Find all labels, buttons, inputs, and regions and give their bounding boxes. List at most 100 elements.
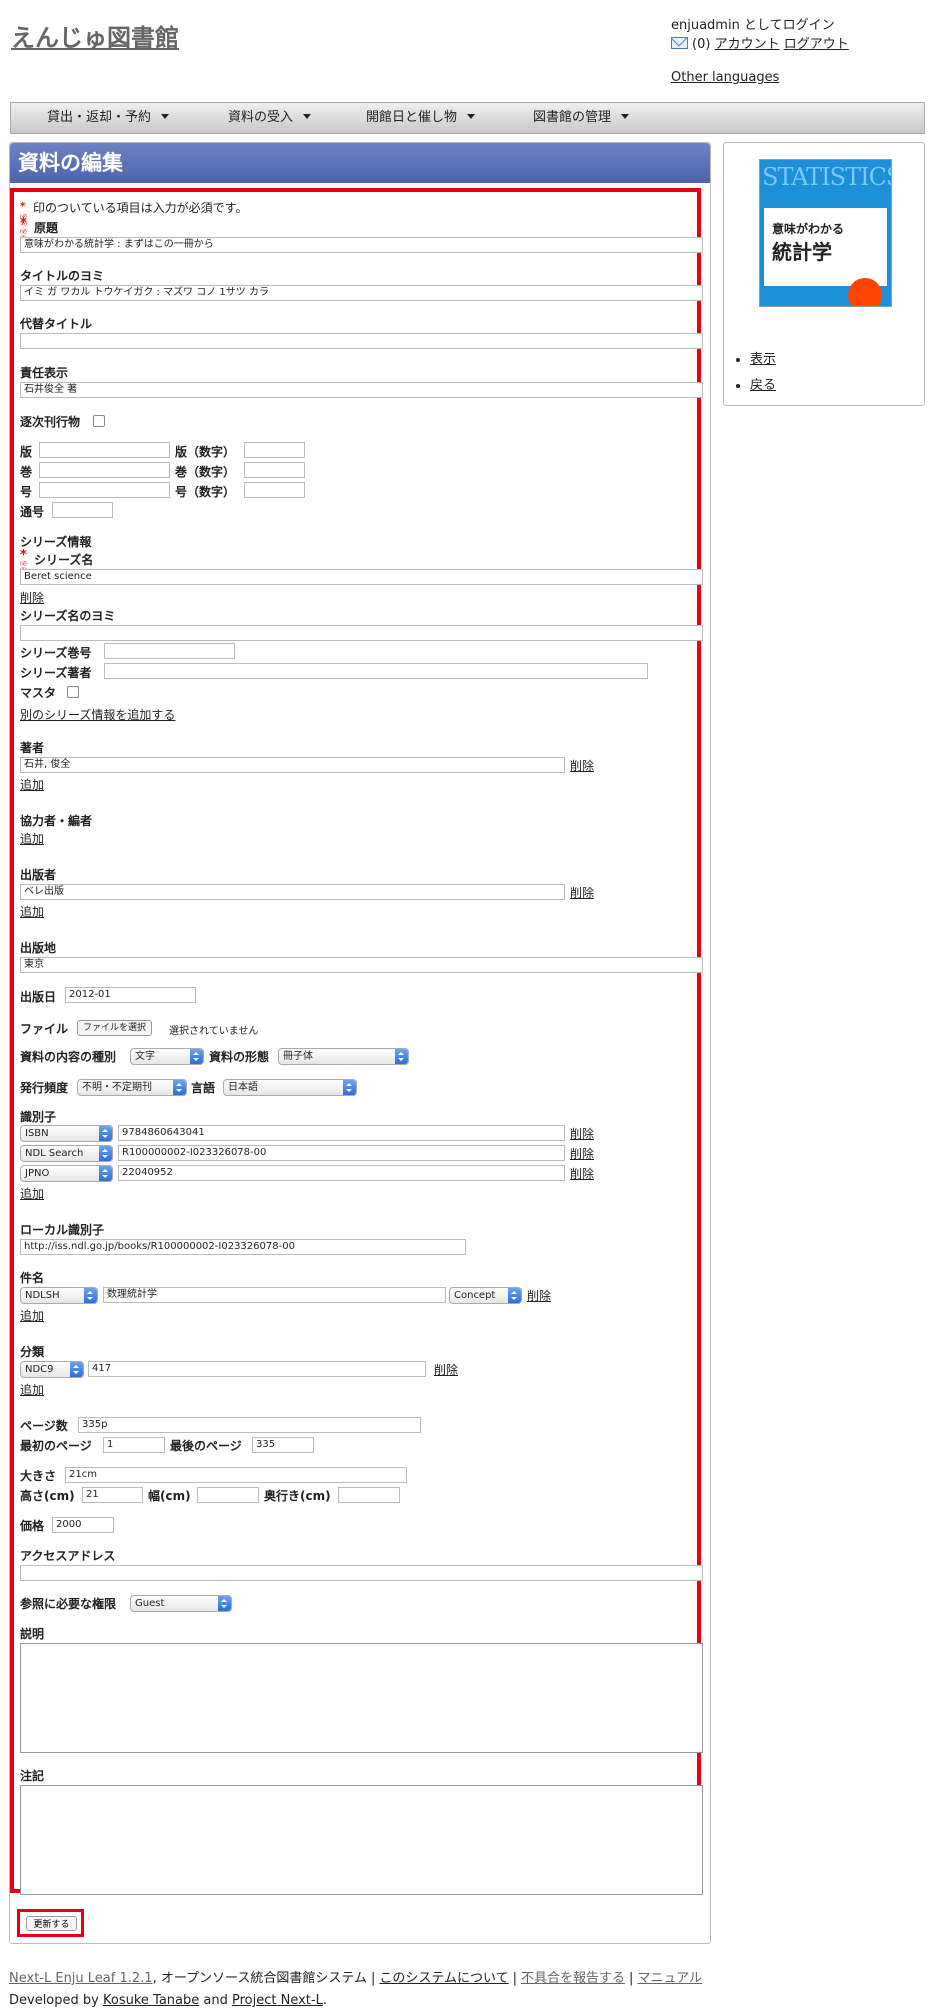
project-link[interactable]: Project Next-L xyxy=(232,1993,323,2008)
identifier-type-select[interactable]: ISBN xyxy=(20,1125,113,1142)
serial-number-input[interactable] xyxy=(52,502,113,518)
report-bug-link[interactable]: 不具合を報告する xyxy=(521,1971,625,1986)
classification-delete-link[interactable]: 削除 xyxy=(434,1361,458,1378)
menu-circulation[interactable]: 貸出・返却・予約 xyxy=(47,103,170,133)
pages-input[interactable]: 335p xyxy=(78,1417,421,1433)
permission-select[interactable]: Guest xyxy=(130,1595,232,1612)
end-page-input[interactable]: 335 xyxy=(252,1437,314,1453)
content-type-select[interactable]: 文字 xyxy=(130,1048,204,1065)
main-menu: 貸出・返却・予約 資料の受入 開館日と催し物 図書館の管理 xyxy=(10,102,925,134)
identifier-input[interactable]: 22040952 xyxy=(118,1165,565,1181)
site-title[interactable]: えんじゅ図書館 xyxy=(11,18,179,53)
identifier-type-select[interactable]: JPNO xyxy=(20,1165,113,1182)
subject-delete-link[interactable]: 削除 xyxy=(527,1287,551,1304)
identifier-input[interactable]: R100000002-I023326078-00 xyxy=(118,1145,565,1161)
select-arrow-icon xyxy=(190,1049,203,1064)
pub-date-input[interactable]: 2012-01 xyxy=(65,987,196,1003)
subject-heading-select[interactable]: NDLSH xyxy=(20,1287,98,1304)
series-name-label: シリーズ名 xyxy=(34,553,94,567)
series-reading-input[interactable] xyxy=(20,625,703,641)
series-delete-link[interactable]: 削除 xyxy=(20,589,44,606)
issue-input[interactable] xyxy=(39,482,170,498)
series-volume-input[interactable] xyxy=(104,643,235,659)
required-mark: *(必須) xyxy=(20,548,27,574)
kosuke-link[interactable]: Kosuke Tanabe xyxy=(103,1993,199,2008)
subject-add-link[interactable]: 追加 xyxy=(20,1307,44,1324)
enju-leaf-link[interactable]: Next-L Enju Leaf 1.2.1 xyxy=(9,1971,153,1986)
frequency-select[interactable]: 不明・不定期刊 xyxy=(77,1079,187,1096)
contributor-add-link[interactable]: 追加 xyxy=(20,830,44,847)
identifier-delete-link[interactable]: 削除 xyxy=(570,1145,594,1162)
language-select[interactable]: 日本語 xyxy=(223,1079,357,1096)
issue-num-input[interactable] xyxy=(244,482,305,498)
identifier-delete-link[interactable]: 削除 xyxy=(570,1125,594,1142)
series-creator-input[interactable] xyxy=(104,663,648,679)
file-select-button[interactable]: ファイルを選択 xyxy=(77,1020,153,1036)
language-label: 言語 xyxy=(191,1081,216,1095)
classification-input[interactable]: 417 xyxy=(88,1361,426,1377)
publisher-delete-link[interactable]: 削除 xyxy=(570,884,594,901)
show-link[interactable]: 表示 xyxy=(750,352,776,367)
menu-events[interactable]: 開館日と催し物 xyxy=(366,103,476,133)
local-identifier-input[interactable]: http://iss.ndl.go.jp/books/R100000002-I0… xyxy=(20,1239,466,1255)
master-checkbox[interactable] xyxy=(67,686,79,698)
edition-input[interactable] xyxy=(39,442,170,458)
add-series-link[interactable]: 別のシリーズ情報を追加する xyxy=(20,706,175,723)
mail-icon[interactable] xyxy=(671,37,688,49)
issue-num-label: 号（数字） xyxy=(175,485,236,499)
title-alternative-input[interactable] xyxy=(20,333,703,349)
place-input[interactable]: 東京 xyxy=(20,957,703,973)
price-input[interactable]: 2000 xyxy=(52,1517,114,1533)
about-link[interactable]: このシステムについて xyxy=(379,1971,508,1986)
identifier-type-select[interactable]: NDL Search xyxy=(20,1145,113,1162)
height-input[interactable]: 21 xyxy=(82,1487,143,1503)
title-transcription-input[interactable]: イミ ガ ワカル トウケイガク : マズワ コノ 1サツ カラ xyxy=(20,285,703,301)
creator-add-link[interactable]: 追加 xyxy=(20,776,44,793)
volume-input[interactable] xyxy=(39,462,170,478)
size-input[interactable]: 21cm xyxy=(65,1467,407,1483)
subject-input[interactable]: 数理統計学 xyxy=(103,1287,446,1303)
identifier-input[interactable]: 9784860643041 xyxy=(118,1125,565,1141)
creator-delete-link[interactable]: 削除 xyxy=(570,757,594,774)
edition-num-input[interactable] xyxy=(244,442,305,458)
start-page-input[interactable]: 1 xyxy=(103,1437,165,1453)
width-label: 幅(cm) xyxy=(148,1489,191,1503)
classification-type-select[interactable]: NDC9 xyxy=(20,1361,84,1378)
publisher-add-link[interactable]: 追加 xyxy=(20,903,44,920)
original-title-input[interactable]: 意味がわかる統計学 : まずはこの一冊から xyxy=(20,237,703,253)
publisher-input[interactable]: ベレ出版 xyxy=(20,884,565,900)
account-link[interactable]: アカウント xyxy=(715,37,780,52)
access-address-input[interactable] xyxy=(20,1565,703,1581)
subject-type-select[interactable]: Concept xyxy=(449,1287,522,1304)
developed-by-text: Developed by xyxy=(9,1993,99,2008)
serial-checkbox[interactable] xyxy=(93,415,105,427)
title-alternative-label: 代替タイトル xyxy=(20,317,93,331)
manual-link[interactable]: マニュアル xyxy=(637,1971,702,1986)
statement-label: 責任表示 xyxy=(20,366,69,380)
classification-add-link[interactable]: 追加 xyxy=(20,1381,44,1398)
update-button[interactable]: 更新する xyxy=(26,1916,77,1931)
footer: Next-L Enju Leaf 1.2.1, オープンソース統合図書館システム… xyxy=(9,1971,703,2008)
back-link[interactable]: 戻る xyxy=(750,378,776,393)
select-arrow-icon xyxy=(99,1146,112,1161)
menu-acquisition[interactable]: 資料の受入 xyxy=(228,103,312,133)
logout-link[interactable]: ログアウト xyxy=(784,37,849,52)
note-textarea[interactable] xyxy=(20,1785,703,1895)
select-arrow-icon xyxy=(173,1080,186,1095)
description-textarea[interactable] xyxy=(20,1643,703,1753)
menu-management[interactable]: 図書館の管理 xyxy=(533,103,630,133)
carrier-type-select[interactable]: 冊子体 xyxy=(278,1048,409,1065)
volume-num-input[interactable] xyxy=(244,462,305,478)
creator-input[interactable]: 石井, 俊全 xyxy=(20,757,565,773)
message-count: (0) xyxy=(692,37,711,52)
depth-input[interactable] xyxy=(338,1487,400,1503)
original-title-label: 原題 xyxy=(34,221,59,235)
carrier-type-label: 資料の形態 xyxy=(209,1050,270,1064)
select-arrow-icon xyxy=(218,1596,231,1611)
identifier-delete-link[interactable]: 削除 xyxy=(570,1165,594,1182)
statement-input[interactable]: 石井俊全 著 xyxy=(20,382,703,398)
series-name-input[interactable]: Beret science xyxy=(20,569,703,585)
width-input[interactable] xyxy=(197,1487,259,1503)
other-languages-link[interactable]: Other languages xyxy=(671,70,779,85)
identifier-add-link[interactable]: 追加 xyxy=(20,1185,44,1202)
